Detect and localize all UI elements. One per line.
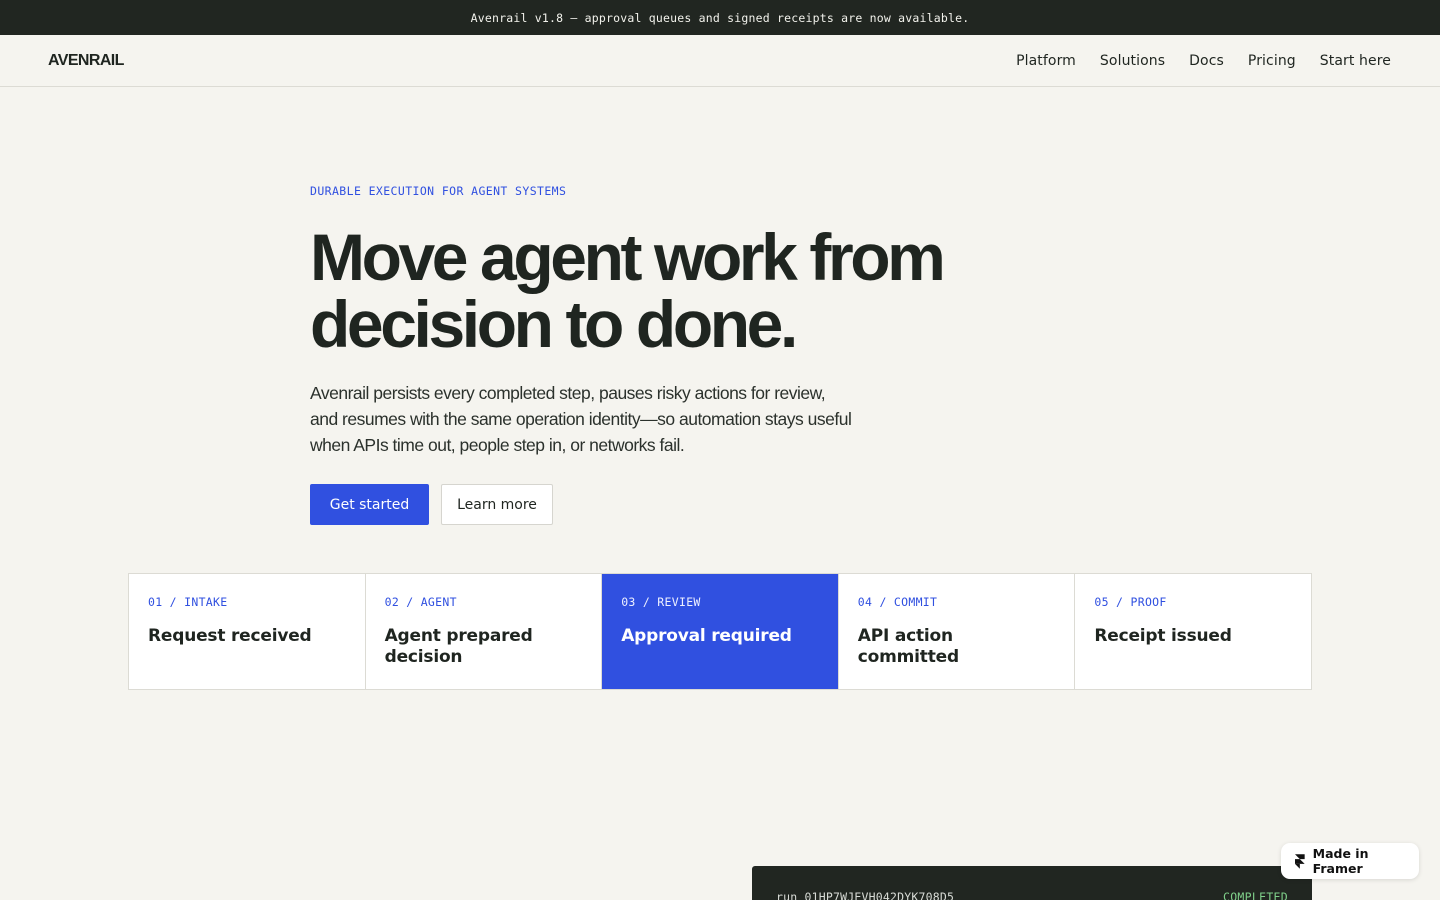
nav-link-start-here[interactable]: Start here — [1320, 53, 1391, 69]
step-tag: 03 / REVIEW — [621, 595, 701, 609]
step-review[interactable]: 03 / REVIEW Approval required — [602, 574, 839, 689]
step-intake[interactable]: 01 / INTAKE Request received — [129, 574, 366, 689]
made-in-framer-badge[interactable]: Made in Framer — [1281, 843, 1419, 879]
step-title: Approval required — [621, 626, 792, 646]
step-title: Request received — [148, 626, 312, 646]
nav-links: Platform Solutions Docs Pricing Start he… — [1016, 53, 1391, 69]
hero-subhead: Avenrail persists every completed step, … — [310, 383, 852, 455]
step-title: Agent prepared decision — [384, 626, 533, 667]
get-started-button[interactable]: Get started — [310, 484, 429, 525]
framer-badge-label: Made in Framer — [1312, 846, 1369, 876]
step-tag: 01 / INTAKE — [148, 595, 228, 609]
nav-link-pricing[interactable]: Pricing — [1248, 53, 1296, 69]
framer-icon — [1295, 853, 1305, 869]
step-commit[interactable]: 04 / COMMIT API action committed — [838, 574, 1076, 689]
learn-more-button[interactable]: Learn more — [441, 484, 553, 525]
run-id: run_01HP7WJEVH042DYK708D5 — [776, 890, 955, 900]
nav-link-solutions[interactable]: Solutions — [1100, 53, 1165, 69]
logo[interactable]: AVENRAIL — [48, 52, 124, 70]
workflow-steps: 01 / INTAKE Request received 02 / AGENT … — [128, 573, 1312, 690]
step-proof[interactable]: 05 / PROOF Receipt issued — [1075, 574, 1311, 689]
run-status-badge: COMPLETED — [1222, 890, 1288, 900]
run-console: run_01HP7WJEVH042DYK708D5 COMPLETED — [752, 866, 1312, 900]
step-tag: 05 / PROOF — [1094, 595, 1167, 609]
hero-headline: Move agent work from decision to done. — [310, 220, 946, 361]
announcement-text: Avenrail v1.8 — approval queues and sign… — [470, 10, 970, 25]
hero-eyebrow: DURABLE EXECUTION FOR AGENT SYSTEMS — [310, 184, 567, 198]
nav-link-platform[interactable]: Platform — [1016, 53, 1076, 69]
step-tag: 04 / COMMIT — [857, 595, 938, 609]
step-title: API action committed — [857, 626, 959, 667]
step-tag: 02 / AGENT — [384, 595, 457, 609]
step-title: Receipt issued — [1094, 626, 1232, 646]
top-nav: AVENRAIL Platform Solutions Docs Pricing… — [0, 35, 1440, 87]
step-agent[interactable]: 02 / AGENT Agent prepared decision — [365, 574, 603, 689]
announcement-bar: Avenrail v1.8 — approval queues and sign… — [0, 0, 1440, 35]
nav-link-docs[interactable]: Docs — [1189, 53, 1224, 69]
